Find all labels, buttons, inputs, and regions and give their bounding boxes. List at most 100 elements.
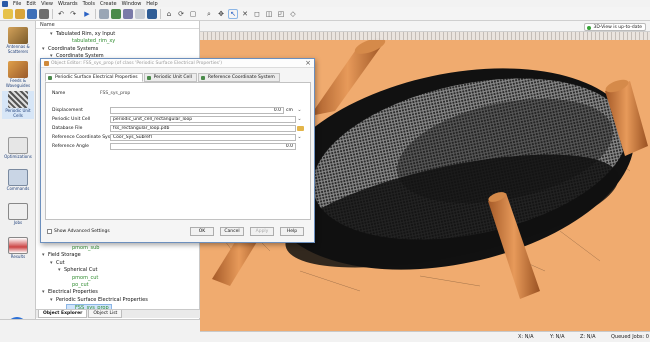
reference-angle-input[interactable]: 0.0 — [110, 143, 296, 150]
viewport-ruler — [200, 32, 650, 40]
apply-button[interactable]: Apply — [250, 227, 274, 236]
tab-reference-coordinate-system[interactable]: Reference Coordinate System — [197, 73, 280, 82]
view-top-icon[interactable]: ◰ — [276, 9, 286, 19]
close-view-icon[interactable]: ✕ — [240, 9, 250, 19]
ok-button[interactable]: OK — [190, 227, 214, 236]
redo-icon[interactable]: ↷ — [68, 9, 78, 19]
tab-object-explorer[interactable]: Object Explorer — [38, 310, 88, 318]
tree-item[interactable]: ▾ Field Storage — [42, 252, 81, 259]
tree-item-label: Spherical Cut — [64, 267, 98, 274]
tree-tab-bar: Object Explorer Object List — [36, 309, 200, 318]
view-side-icon[interactable]: ◫ — [264, 9, 274, 19]
new-file-icon[interactable] — [3, 9, 13, 19]
save-all-icon[interactable] — [39, 9, 49, 19]
tree-column-header: Name — [36, 21, 199, 29]
field-database-file: Database File fss_rectangular_loop.pdb — [52, 125, 304, 132]
tree-item-label: tabulated_rim_xy — [72, 38, 116, 45]
open-folder-icon[interactable] — [15, 9, 25, 19]
save-icon[interactable] — [27, 9, 37, 19]
left-status-area — [0, 319, 200, 342]
tree-item[interactable]: po_cut — [66, 282, 89, 289]
sidebar-item-antennas[interactable]: Antennas & Scatterers — [2, 27, 34, 55]
menu-help[interactable]: Help — [146, 1, 157, 7]
cut-tool-icon[interactable] — [99, 9, 109, 19]
grid-icon[interactable] — [135, 9, 145, 19]
status-x: X: N/A — [518, 334, 534, 340]
dialog-form: Name FSS_sys_prop Displacement 0.0 cm ⌄ … — [45, 82, 311, 220]
tab-periodic-unit-cell[interactable]: Periodic Unit Cell — [143, 73, 197, 82]
layout-icon[interactable] — [147, 9, 157, 19]
tree-item[interactable]: pmom_sub — [66, 245, 99, 252]
feed-icon — [8, 61, 28, 78]
displacement-unit: cm — [286, 108, 293, 113]
sidebar-item-commands[interactable]: Commands — [2, 169, 34, 197]
fit-view-icon[interactable]: ▢ — [188, 9, 198, 19]
show-advanced-label: Show Advanced Settings — [54, 229, 110, 234]
menu-window[interactable]: Window — [122, 1, 142, 7]
field-displacement: Displacement 0.0 cm ⌄ — [52, 107, 303, 114]
tree-item[interactable]: ▾ Cut — [50, 260, 65, 267]
menu-bar: File Edit View Wizards Tools Create Wind… — [0, 0, 650, 7]
cancel-button[interactable]: Cancel — [220, 227, 244, 236]
tree-item[interactable]: ▾ Periodic Surface Electrical Properties — [50, 297, 148, 304]
displacement-input[interactable]: 0.0 — [110, 107, 284, 114]
tree-item[interactable]: ▾ Electrical Properties — [42, 289, 98, 296]
view-status-badge: 3D-View is up-to-date — [584, 23, 646, 31]
menu-tools[interactable]: Tools — [83, 1, 95, 7]
field-reference-angle: Reference Angle 0.0 — [52, 143, 304, 150]
tab-object-list[interactable]: Object List — [88, 310, 123, 318]
reference-coordinate-system-select[interactable]: Coor_Sys_Subrefl — [110, 134, 296, 141]
view-iso-icon[interactable]: ◇ — [288, 9, 298, 19]
chevron-down-icon[interactable]: ⌄ — [296, 116, 303, 123]
menu-view[interactable]: View — [41, 1, 53, 7]
sidebar-item-unit-cells[interactable]: Periodic Unit Cells — [2, 91, 34, 119]
paste-tool-icon[interactable] — [123, 9, 133, 19]
home-view-icon[interactable]: ⌂ — [164, 9, 174, 19]
rotate-icon[interactable]: ⟳ — [176, 9, 186, 19]
status-y: Y: N/A — [550, 334, 565, 340]
menu-edit[interactable]: Edit — [26, 1, 36, 7]
show-advanced-checkbox[interactable] — [47, 229, 52, 234]
name-field[interactable]: FSS_sys_prop — [98, 90, 178, 97]
tree-item-label: pmom_sub — [72, 245, 100, 251]
run-icon[interactable]: ▶ — [82, 9, 92, 19]
menu-file[interactable]: File — [13, 1, 21, 7]
sidebar-item-results[interactable]: Results — [2, 237, 34, 265]
tree-item[interactable]: ▾ Spherical Cut — [58, 267, 97, 274]
periodic-unit-cell-select[interactable]: periodic_unit_cell_rectangular_loop — [110, 116, 296, 123]
copy-tool-icon[interactable] — [111, 9, 121, 19]
database-file-input[interactable]: fss_rectangular_loop.pdb — [110, 125, 296, 132]
tree-item-label: pmom_cut — [72, 274, 99, 281]
tree-item[interactable]: pmom_cut — [66, 275, 98, 282]
zoom-icon[interactable]: ⌕ — [204, 9, 214, 19]
undo-icon[interactable]: ↶ — [56, 9, 66, 19]
unit-dropdown-icon[interactable]: ⌄ — [296, 107, 303, 114]
status-bar: X: N/A Y: N/A Z: N/A Queued Jobs: 0 — [200, 331, 650, 342]
sidebar-item-optimizations[interactable]: Optimizations — [2, 137, 34, 165]
sidebar-item-jobs[interactable]: Jobs — [2, 203, 34, 231]
browse-folder-icon[interactable] — [297, 126, 304, 131]
sidebar-item-feeds[interactable]: Feeds & Waveguides — [2, 61, 34, 89]
name-label: Name — [52, 91, 66, 96]
tree-item[interactable]: ▾ Coordinate Systems — [42, 46, 98, 53]
tree-item-label: Electrical Properties — [48, 289, 98, 296]
antenna-icon — [8, 27, 28, 44]
tab-electrical-properties[interactable]: Periodic Surface Electrical Properties — [45, 73, 143, 82]
tree-item-label: Periodic Surface Electrical Properties — [56, 296, 148, 303]
tree-item[interactable]: tabulated_rim_xy — [66, 38, 115, 45]
chevron-down-icon[interactable]: ⌄ — [296, 134, 303, 141]
main-toolbar: ↶ ↷ ▶ ⌂ ⟳ ▢ ⌕ ✥ ↖ ✕ ◻ ◫ ◰ ◇ — [0, 7, 650, 21]
pan-icon[interactable]: ✥ — [216, 9, 226, 19]
tree-item[interactable]: ▾ Tabulated Rim, xy Input — [50, 31, 115, 38]
view-front-icon[interactable]: ◻ — [252, 9, 262, 19]
help-button[interactable]: Help — [280, 227, 304, 236]
menu-wizards[interactable]: Wizards — [58, 1, 78, 7]
dialog-title: Object Editor: FSS_sys_prop (of class 'P… — [41, 59, 314, 68]
tree-item-label: Tabulated Rim, xy Input — [56, 31, 116, 37]
field-periodic-unit-cell: Periodic Unit Cell periodic_unit_cell_re… — [52, 116, 303, 123]
close-icon[interactable]: × — [305, 59, 311, 68]
menu-create[interactable]: Create — [100, 1, 117, 7]
select-pointer-icon[interactable]: ↖ — [228, 9, 238, 19]
tree-item-label: po_cut — [72, 282, 89, 288]
tree-item-label: Cut — [56, 259, 65, 266]
